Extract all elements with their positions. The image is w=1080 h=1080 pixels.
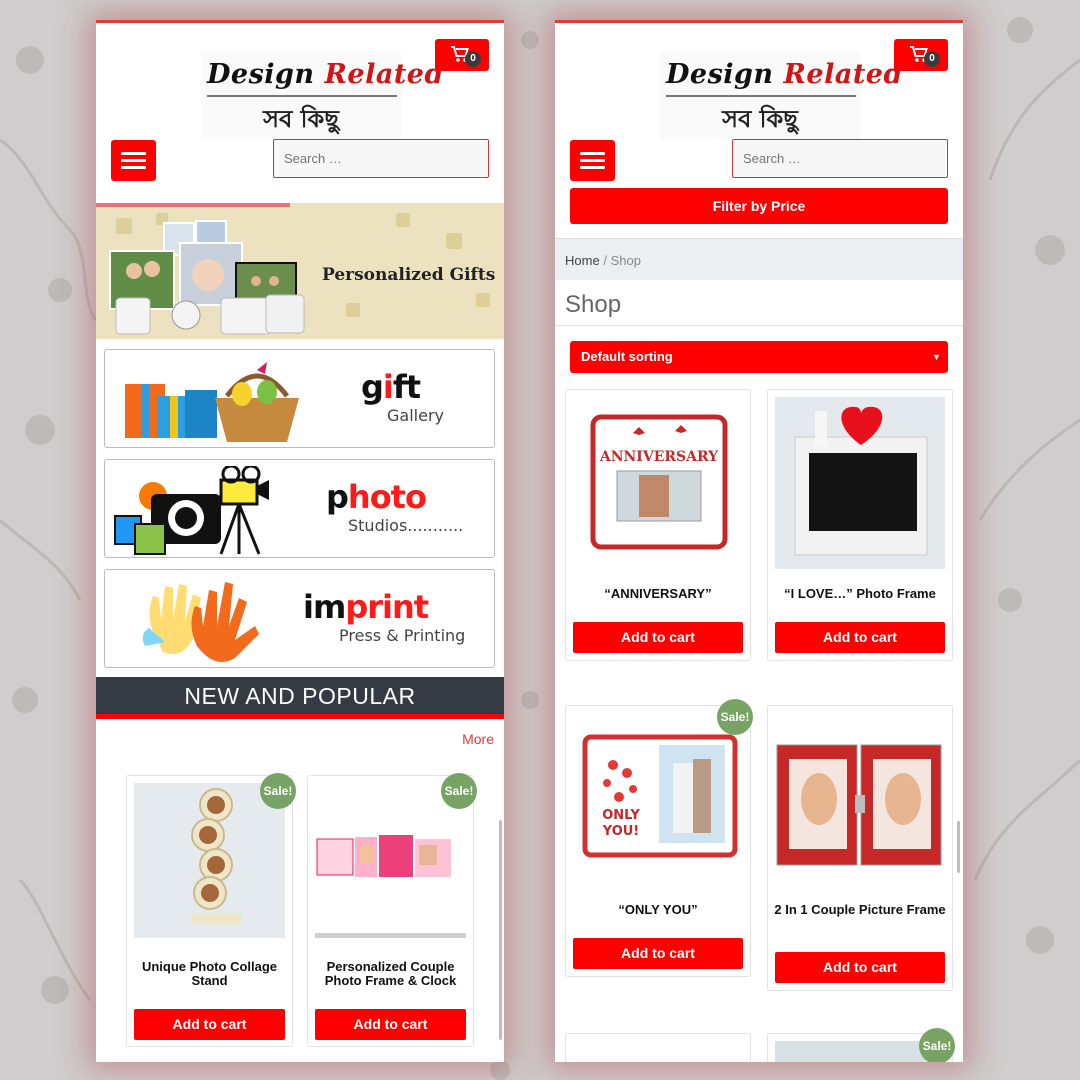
search-input[interactable] (273, 139, 489, 178)
personalized-gifts-banner[interactable]: Personalized Gifts (96, 203, 504, 339)
photo-studios-tile[interactable]: photo Studios........... (104, 459, 495, 558)
hamburger-line (121, 166, 146, 169)
add-to-cart-button[interactable]: Add to cart (315, 1009, 466, 1040)
hamburger-line (580, 159, 605, 162)
dropdown-caret-icon: ▼ (932, 352, 941, 362)
product-name[interactable]: “ANNIVERSARY” (570, 587, 746, 601)
product-card[interactable]: “I LOVE…” Photo Frame Add to cart (767, 389, 953, 661)
logo-tagline: সব কিছু (263, 105, 339, 133)
imprint-heading: imprint (303, 588, 429, 626)
product-image[interactable] (775, 713, 945, 885)
breadcrumb-home-link[interactable]: Home (565, 253, 600, 268)
product-card[interactable]: Unique Photo Collage Stand Add to cart (126, 775, 293, 1047)
cart-count-badge: 0 (924, 51, 940, 67)
sale-badge: Sale! (919, 1028, 955, 1062)
breadcrumb-current: Shop (610, 253, 641, 268)
cart-button[interactable]: 0 (894, 39, 948, 71)
camera-icon (114, 466, 269, 555)
logo-word-1: Design (666, 59, 774, 90)
hamburger-line (121, 159, 146, 162)
only-text: ONLY (602, 808, 640, 823)
gift-subheading: Gallery (387, 406, 444, 425)
hamburger-line (580, 152, 605, 155)
product-card[interactable]: Personalized Couple Photo Frame & Clock … (307, 775, 474, 1047)
site-logo[interactable]: Design Related সব কিছু (201, 51, 443, 139)
sale-badge: Sale! (441, 773, 477, 809)
sorting-select[interactable]: Default sorting ▼ (570, 341, 948, 373)
site-logo[interactable]: Design Related সব কিছু (660, 51, 902, 139)
couple-picture-frame-photo (776, 744, 942, 866)
imprint-press-tile[interactable]: imprint Press & Printing (104, 569, 495, 668)
hamburger-menu-button[interactable] (111, 140, 156, 181)
logo-tagline: সব কিছু (722, 105, 798, 133)
product-image[interactable]: ONLY YOU! (573, 713, 743, 885)
logo-rule (666, 95, 856, 97)
product-image[interactable] (775, 397, 945, 569)
hamburger-menu-button[interactable] (570, 140, 615, 181)
new-and-popular-heading: NEW AND POPULAR (96, 677, 504, 719)
gift-heading: gift (361, 368, 421, 406)
breadcrumb: Home / Shop (555, 238, 963, 280)
shop-screen: Design Related সব কিছু 0 Filter by Price… (555, 20, 963, 1062)
hamburger-line (580, 166, 605, 169)
sorting-selected-value: Default sorting (581, 349, 673, 364)
add-to-cart-button[interactable]: Add to cart (573, 622, 743, 653)
page-title: Shop (565, 291, 622, 318)
add-to-cart-button[interactable]: Add to cart (573, 938, 743, 969)
scrollbar-thumb[interactable] (499, 820, 502, 1040)
product-name[interactable]: Personalized Couple Photo Frame & Clock (312, 960, 469, 988)
couple-frame-clock-photo (315, 835, 466, 938)
banner-title: Personalized Gifts (322, 265, 496, 285)
anniversary-frame-photo: ANNIVERSARY (590, 414, 728, 550)
logo-word-1: Design (207, 59, 315, 90)
photo-subheading: Studios........... (348, 516, 464, 535)
i-love-frame-photo (775, 397, 945, 569)
collage-stand-photo (134, 783, 285, 938)
logo-word-2: Related (324, 59, 444, 90)
add-to-cart-button[interactable]: Add to cart (775, 952, 945, 983)
product-image[interactable]: ANNIVERSARY (573, 397, 743, 569)
imprint-subheading: Press & Printing (339, 626, 466, 645)
cart-button[interactable]: 0 (435, 39, 489, 71)
product-name[interactable]: Unique Photo Collage Stand (131, 960, 288, 988)
product-card[interactable]: 2 In 1 Couple Picture Frame Add to cart (767, 705, 953, 991)
search-input[interactable] (732, 139, 948, 178)
gift-box-icon (125, 362, 299, 442)
sale-badge: Sale! (260, 773, 296, 809)
logo-rule (207, 95, 397, 97)
home-screen: Design Related সব কিছু 0 Search … Person… (96, 20, 504, 1062)
hamburger-line (121, 152, 146, 155)
product-card[interactable]: ONLY YOU! “ONLY YOU” Add to cart (565, 705, 751, 977)
add-to-cart-button[interactable]: Add to cart (134, 1009, 285, 1040)
anniversary-text: ANNIVERSARY (599, 449, 719, 465)
add-to-cart-button[interactable]: Add to cart (775, 622, 945, 653)
product-card[interactable] (565, 1033, 751, 1062)
breadcrumb-separator: / (603, 253, 607, 268)
filter-by-price-button[interactable]: Filter by Price (570, 188, 948, 224)
more-link[interactable]: More (462, 731, 494, 747)
product-image[interactable] (315, 783, 466, 938)
sale-badge: Sale! (717, 699, 753, 735)
you-text: YOU! (602, 824, 640, 839)
only-you-frame-photo: ONLY YOU! (582, 734, 738, 858)
cart-count-badge: 0 (465, 51, 481, 67)
gift-gallery-tile[interactable]: gift Gallery (104, 349, 495, 448)
product-name[interactable]: 2 In 1 Couple Picture Frame (772, 903, 948, 917)
product-name[interactable]: “ONLY YOU” (570, 903, 746, 917)
handprint-icon (142, 582, 259, 662)
scrollbar-thumb[interactable] (957, 821, 960, 873)
product-image[interactable] (134, 783, 285, 938)
photo-heading: photo (326, 478, 427, 516)
logo-word-2: Related (783, 59, 903, 90)
product-card[interactable]: ANNIVERSARY “ANNIVERSARY” Add to cart (565, 389, 751, 661)
divider (555, 325, 963, 326)
product-name[interactable]: “I LOVE…” Photo Frame (772, 587, 948, 601)
